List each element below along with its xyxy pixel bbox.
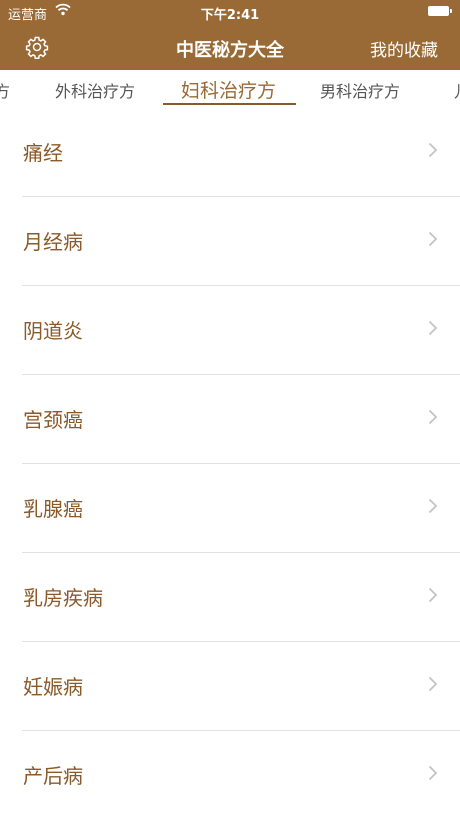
tab-andrology[interactable]: 男科治疗方 (320, 78, 400, 102)
list-item-pregnancy-disease[interactable]: 妊娠病 (0, 642, 460, 731)
list-item-label: 乳腺癌 (23, 497, 83, 521)
status-time: 下午2:41 (200, 8, 260, 23)
chevron-right-icon (428, 676, 438, 692)
favorites-button[interactable]: 我的收藏 (370, 36, 438, 61)
remedy-list: 痛经 月经病 阴道炎 宫颈癌 乳腺癌 乳房疾病 妊娠病 产后病 (0, 108, 460, 820)
list-item-dysmenorrhea[interactable]: 痛经 (0, 108, 460, 197)
tab-surgery[interactable]: 外科治疗方 (55, 78, 135, 102)
header: 运营商 下午2:41 中医秘方大全 我的收藏 (0, 0, 460, 70)
chevron-right-icon (428, 231, 438, 247)
list-item-label: 产后病 (23, 764, 83, 788)
list-item-label: 乳房疾病 (23, 586, 103, 610)
list-item-label: 阴道炎 (23, 319, 83, 343)
tab-partial-left[interactable]: 方 (0, 78, 10, 102)
list-item-cervical-cancer[interactable]: 宫颈癌 (0, 375, 460, 464)
list-item-breast-disease[interactable]: 乳房疾病 (0, 553, 460, 642)
list-item-postpartum-disease[interactable]: 产后病 (0, 731, 460, 820)
tab-partial-right[interactable]: 儿 (454, 78, 460, 102)
chevron-right-icon (428, 587, 438, 603)
chevron-right-icon (428, 142, 438, 158)
list-item-breast-cancer[interactable]: 乳腺癌 (0, 464, 460, 553)
list-item-label: 月经病 (23, 230, 83, 254)
status-bar: 运营商 下午2:41 (0, 0, 460, 24)
tab-gynecology[interactable]: 妇科治疗方 (181, 76, 276, 103)
list-item-label: 妊娠病 (23, 675, 83, 699)
active-tab-indicator (163, 103, 296, 105)
nav-bar: 中医秘方大全 我的收藏 (0, 24, 460, 70)
chevron-right-icon (428, 320, 438, 336)
chevron-right-icon (428, 765, 438, 781)
chevron-right-icon (428, 498, 438, 514)
list-item-menstrual-disease[interactable]: 月经病 (0, 197, 460, 286)
category-tabs: 方 外科治疗方 妇科治疗方 男科治疗方 儿 (0, 70, 460, 108)
list-item-vaginitis[interactable]: 阴道炎 (0, 286, 460, 375)
list-item-label: 痛经 (23, 141, 63, 165)
list-item-label: 宫颈癌 (23, 408, 83, 432)
chevron-right-icon (428, 409, 438, 425)
battery-icon (428, 6, 452, 17)
